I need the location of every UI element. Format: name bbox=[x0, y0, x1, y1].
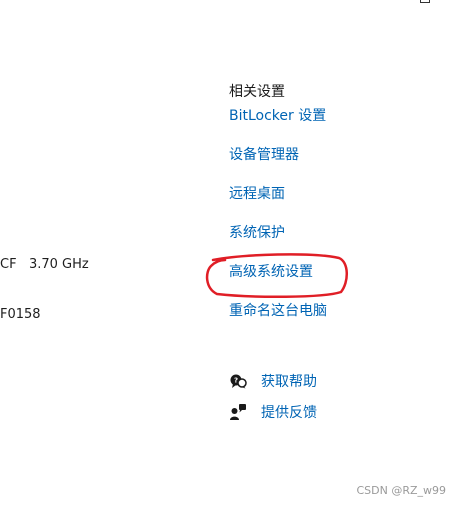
device-id-text: F0158 bbox=[0, 307, 41, 322]
get-help-item[interactable]: ? 获取帮助 bbox=[229, 371, 317, 391]
related-settings-title: 相关设置 bbox=[229, 84, 285, 100]
feedback-icon bbox=[230, 404, 246, 420]
give-feedback-item[interactable]: 提供反馈 bbox=[229, 402, 317, 422]
help-chat-icon: ? bbox=[230, 374, 247, 389]
bitlocker-settings-link[interactable]: BitLocker 设置 bbox=[229, 107, 327, 125]
get-help-label: 获取帮助 bbox=[261, 374, 317, 390]
window-control-fragment[interactable] bbox=[420, 0, 430, 3]
settings-about-page: CF 3.70 GHz F0158 相关设置 BitLocker 设置 设备管理… bbox=[0, 0, 460, 505]
related-settings-panel: 相关设置 BitLocker 设置 设备管理器 远程桌面 系统保护 高级系统设置… bbox=[229, 83, 327, 341]
processor-info-text: CF 3.70 GHz bbox=[0, 257, 89, 272]
remote-desktop-link[interactable]: 远程桌面 bbox=[229, 185, 327, 203]
give-feedback-label: 提供反馈 bbox=[261, 405, 317, 421]
help-section: ? 获取帮助 提供反馈 bbox=[229, 371, 317, 433]
system-protection-link[interactable]: 系统保护 bbox=[229, 224, 327, 242]
advanced-system-settings-link[interactable]: 高级系统设置 bbox=[229, 263, 327, 281]
rename-pc-link[interactable]: 重命名这台电脑 bbox=[229, 302, 327, 320]
device-manager-link[interactable]: 设备管理器 bbox=[229, 146, 327, 164]
watermark-text: CSDN @RZ_w99 bbox=[356, 484, 446, 497]
